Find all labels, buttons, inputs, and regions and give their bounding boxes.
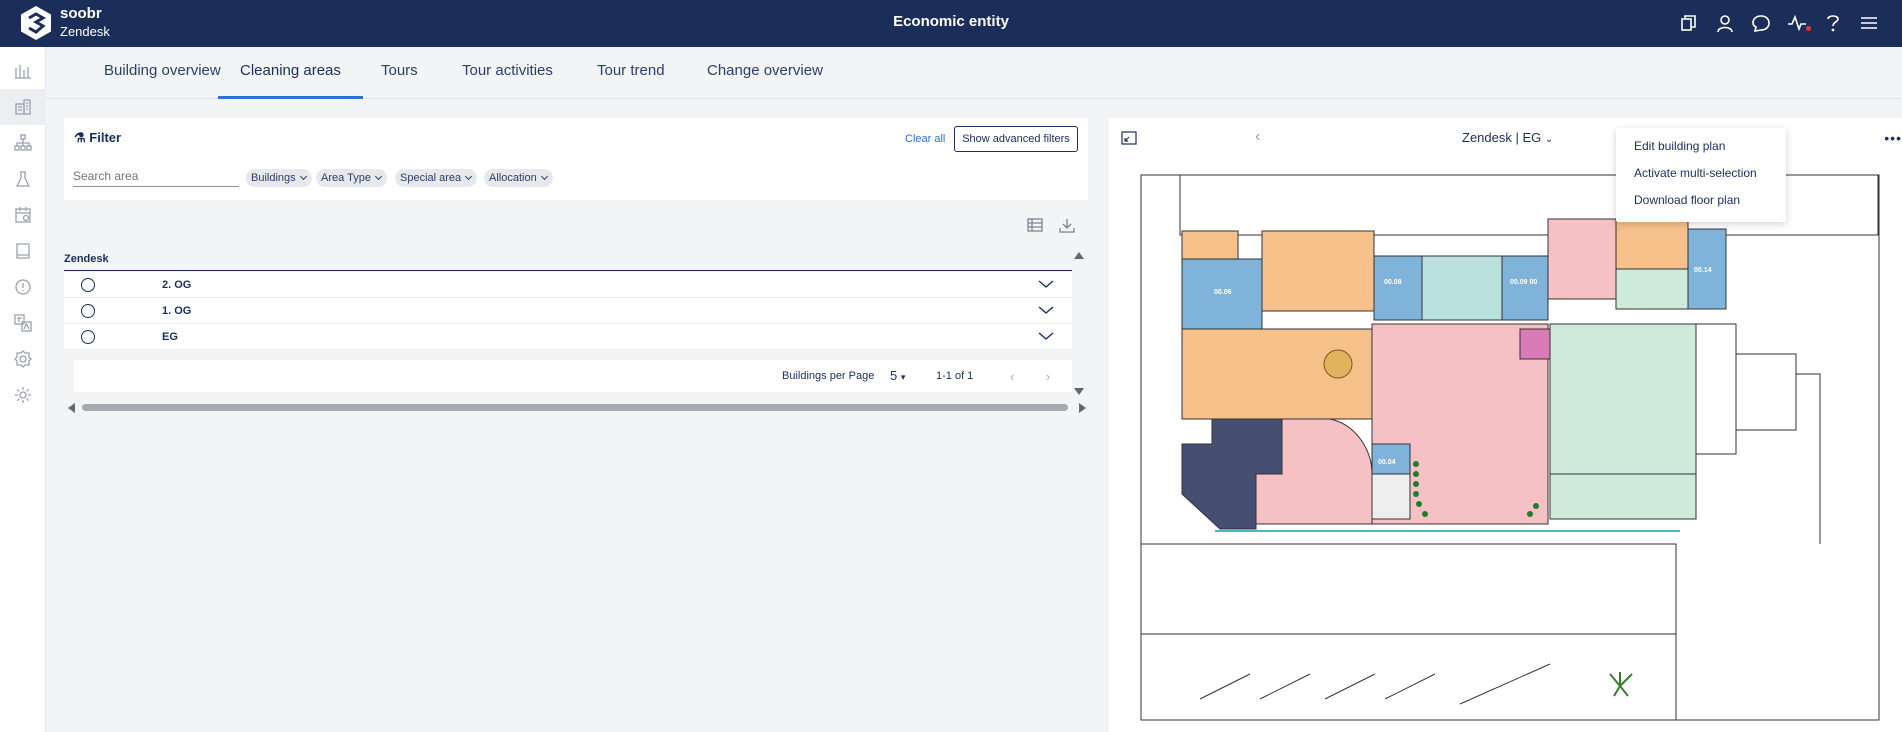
room-teal bbox=[1421, 255, 1503, 321]
translate-icon[interactable] bbox=[0, 305, 46, 341]
row-radio[interactable] bbox=[81, 278, 95, 292]
courtyard bbox=[1140, 543, 1677, 635]
info-icon[interactable] bbox=[0, 269, 46, 305]
room-mint bbox=[1615, 268, 1689, 310]
room-orange bbox=[1181, 230, 1239, 260]
left-rail bbox=[0, 47, 46, 732]
special-area-filter-chip[interactable]: Special area bbox=[395, 169, 478, 187]
room-blue bbox=[1373, 255, 1423, 321]
help-icon[interactable] bbox=[1822, 12, 1844, 34]
chevron-down-icon[interactable] bbox=[1038, 330, 1054, 342]
row-label: 2. OG bbox=[162, 279, 192, 291]
expand-icon[interactable] bbox=[1121, 130, 1137, 146]
parking bbox=[1140, 633, 1677, 721]
more-options-icon[interactable]: ••• bbox=[1884, 130, 1902, 146]
row-label: 1. OG bbox=[162, 305, 192, 317]
book-icon[interactable] bbox=[0, 233, 46, 269]
download-icon[interactable] bbox=[1058, 216, 1076, 234]
scroll-down-arrow[interactable] bbox=[1074, 388, 1084, 395]
table-group-header: Zendesk bbox=[64, 253, 1072, 271]
chevron-down-icon[interactable] bbox=[1038, 304, 1054, 316]
tab-tours[interactable]: Tours bbox=[359, 47, 440, 99]
clear-all-link[interactable]: Clear all bbox=[905, 133, 945, 145]
top-bar: soobr Zendesk Economic entity bbox=[0, 0, 1902, 47]
room-label: 00.09 00 bbox=[1510, 279, 1537, 286]
scroll-right-arrow[interactable] bbox=[1079, 403, 1086, 413]
download-floor-plan-item[interactable]: Download floor plan bbox=[1616, 191, 1786, 218]
room-orange bbox=[1261, 230, 1375, 312]
caret-down-icon: ▾ bbox=[900, 372, 906, 382]
gear-icon[interactable] bbox=[0, 377, 46, 413]
area-type-filter-chip[interactable]: Area Type bbox=[316, 169, 387, 187]
per-page-select[interactable]: 5 ▾ bbox=[890, 368, 905, 383]
flask-icon: ⚗ bbox=[74, 130, 86, 145]
table-row[interactable]: 2. OG bbox=[64, 272, 1072, 298]
badge-icon[interactable] bbox=[0, 341, 46, 377]
row-label: EG bbox=[162, 331, 178, 343]
chat-icon[interactable] bbox=[1750, 12, 1772, 34]
table-row[interactable]: EG bbox=[64, 324, 1072, 350]
flask-icon[interactable] bbox=[0, 161, 46, 197]
show-advanced-filters-button[interactable]: Show advanced filters bbox=[954, 126, 1078, 152]
prev-floor-icon[interactable]: ‹ bbox=[1255, 128, 1260, 146]
scroll-left-arrow[interactable] bbox=[68, 403, 75, 413]
next-page-icon[interactable]: › bbox=[1046, 369, 1050, 384]
room-label: 00.06 bbox=[1214, 289, 1232, 296]
tab-tour-activities[interactable]: Tour activities bbox=[440, 47, 575, 99]
allocation-filter-chip[interactable]: Allocation bbox=[484, 169, 553, 187]
chevron-down-icon: ⌄ bbox=[1544, 134, 1554, 145]
room-mint bbox=[1549, 473, 1697, 520]
floor-plan-context-menu: Edit building plan Activate multi-select… bbox=[1616, 128, 1786, 222]
activity-icon[interactable] bbox=[1786, 12, 1811, 34]
page-range: 1-1 of 1 bbox=[936, 370, 974, 382]
row-radio[interactable] bbox=[81, 330, 95, 344]
hierarchy-icon[interactable] bbox=[0, 125, 46, 161]
scroll-up-arrow[interactable] bbox=[1074, 252, 1084, 259]
floor-select[interactable]: Zendesk | EG ⌄ bbox=[1462, 130, 1553, 145]
table-row[interactable]: 1. OG bbox=[64, 298, 1072, 324]
top-icons bbox=[1678, 12, 1880, 34]
buildings-filter-chip[interactable]: Buildings bbox=[246, 169, 312, 187]
room-blue bbox=[1501, 255, 1549, 321]
room-orange bbox=[1615, 218, 1689, 270]
search-area-input[interactable] bbox=[73, 165, 239, 187]
room-white bbox=[1695, 323, 1737, 455]
floor-plan[interactable]: 00.06 00.08 00.09 00 00.14 00.04 bbox=[1140, 174, 1884, 724]
room-grey bbox=[1371, 473, 1411, 520]
menu-icon[interactable] bbox=[1858, 12, 1880, 34]
filter-title: ⚗ Filter bbox=[74, 130, 122, 145]
building-table: Zendesk 2. OG 1. OG EG Buildings per Pag… bbox=[64, 208, 1088, 413]
user-icon[interactable] bbox=[1714, 12, 1736, 34]
edit-building-plan-item[interactable]: Edit building plan bbox=[1616, 137, 1786, 164]
room-magenta bbox=[1519, 328, 1551, 360]
activate-multi-selection-item[interactable]: Activate multi-selection bbox=[1616, 164, 1786, 191]
room-label: 00.14 bbox=[1694, 267, 1712, 274]
tab-tour-trend[interactable]: Tour trend bbox=[575, 47, 687, 99]
room-pink bbox=[1547, 218, 1617, 300]
tab-bar: Building overview Cleaning areas Tours T… bbox=[46, 47, 1902, 99]
table-view-icon[interactable] bbox=[1026, 216, 1044, 234]
notification-dot bbox=[1806, 26, 1811, 31]
tab-change-overview[interactable]: Change overview bbox=[685, 47, 845, 99]
calendar-icon[interactable] bbox=[0, 197, 46, 233]
row-radio[interactable] bbox=[81, 304, 95, 318]
per-page-label: Buildings per Page bbox=[782, 370, 875, 382]
horizontal-scrollbar[interactable] bbox=[68, 400, 1086, 414]
page-title: Economic entity bbox=[893, 13, 1009, 30]
round-table bbox=[1323, 349, 1353, 379]
building-icon[interactable] bbox=[0, 89, 46, 125]
filter-panel: ⚗ Filter Clear all Show advanced filters… bbox=[64, 118, 1088, 200]
room-white bbox=[1735, 353, 1797, 431]
copy-icon[interactable] bbox=[1678, 12, 1700, 34]
room-label: 00.04 bbox=[1378, 459, 1396, 466]
prev-page-icon[interactable]: ‹ bbox=[1010, 369, 1014, 384]
tab-cleaning-areas[interactable]: Cleaning areas bbox=[218, 47, 363, 99]
bar-chart-icon[interactable] bbox=[0, 53, 46, 89]
pagination: Buildings per Page 5 ▾ 1-1 of 1 ‹ › bbox=[74, 360, 1072, 392]
chevron-down-icon[interactable] bbox=[1038, 278, 1054, 290]
room-label: 00.08 bbox=[1384, 279, 1402, 286]
scrollbar-thumb[interactable] bbox=[82, 404, 1068, 411]
